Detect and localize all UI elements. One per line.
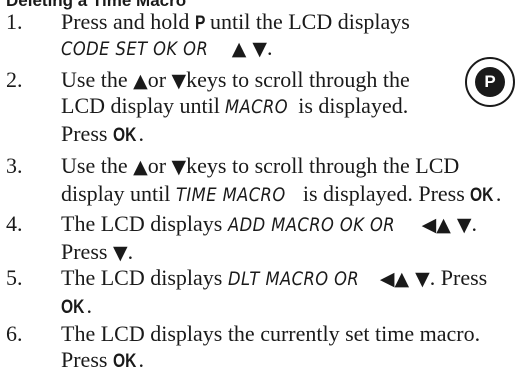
step-text: . Press <box>429 265 488 290</box>
step-text: . <box>127 239 134 264</box>
step-text: Use the <box>61 153 134 178</box>
key-label: OK <box>470 185 494 206</box>
step-text: . <box>138 121 144 146</box>
step-text: keys to scroll through the <box>186 67 410 92</box>
step-text: Press and hold <box>61 9 195 34</box>
step-text-line: The LCD displays the currently set time … <box>61 320 480 348</box>
p-button-label: P <box>475 67 505 97</box>
step-text: The LCD displays <box>61 265 228 290</box>
step-text: . <box>86 293 93 318</box>
lcd-readout: MACRO <box>225 96 289 118</box>
lcd-readout: CODE SET OK OR <box>61 38 209 60</box>
step-number: 5. <box>6 265 23 290</box>
step-text: . <box>138 347 144 372</box>
step-number: 1. <box>6 9 23 34</box>
key-label: OK <box>61 297 85 318</box>
step-text: is displayed. <box>292 93 409 118</box>
step-text-line: OK. <box>61 292 92 322</box>
step-text-line: CODE SET OK OR ▲ ▼. <box>61 34 272 63</box>
step-text: The LCD displays <box>61 211 228 236</box>
lcd-readout: DLT MACRO OR <box>227 268 360 290</box>
step-text: . <box>266 35 273 60</box>
step-number: 2. <box>6 67 23 92</box>
step-text: . <box>495 181 502 206</box>
step-text-line: LCD display until MACRO is displayed. <box>61 92 408 121</box>
arrow-keys-icon: ▼ <box>171 156 187 178</box>
p-button-icon: P <box>465 57 515 107</box>
step-text: or <box>147 153 172 178</box>
step-text: keys to scroll through the LCD <box>186 153 460 178</box>
step-text: or <box>147 67 172 92</box>
step-number: 3. <box>6 153 23 178</box>
step-text: . <box>471 211 477 236</box>
arrow-keys-icon: ◀▲ ▼ <box>421 214 472 236</box>
arrow-keys-icon: ◀▲ ▼ <box>379 268 430 290</box>
step-text: is displayed. Press <box>297 181 471 206</box>
arrow-keys-icon: ▲ ▼ <box>231 38 267 60</box>
arrow-keys-icon: ▲ <box>133 156 148 178</box>
step-text-line: Use the ▲or ▼keys to scroll through the … <box>61 152 459 181</box>
step-text-line: Press OK. <box>61 346 144 376</box>
key-label: OK <box>112 125 137 146</box>
arrow-keys-icon: ▲ <box>133 70 148 92</box>
step-text: Press <box>61 239 113 264</box>
step-number: 4. <box>6 211 23 236</box>
step-text: display until <box>61 181 176 206</box>
lcd-readout: TIME MACRO <box>175 184 286 206</box>
key-label: OK <box>112 351 137 372</box>
step-text: Use the <box>61 67 134 92</box>
step-number: 6. <box>6 321 23 346</box>
step-text: Press <box>61 121 113 146</box>
arrow-keys-icon: ▼ <box>171 70 187 92</box>
lcd-readout: ADD MACRO OK OR <box>227 214 395 236</box>
step-text-line: The LCD displays DLT MACRO OR ◀▲ ▼. Pres… <box>61 264 487 293</box>
step-text-line: Press ▼. <box>61 238 133 267</box>
step-text-line: The LCD displays ADD MACRO OK OR ◀▲ ▼. <box>61 210 477 239</box>
step-text-line: Use the ▲or ▼keys to scroll through the <box>61 66 410 95</box>
step-text: The LCD displays the currently set time … <box>61 321 481 346</box>
step-text-line: display until TIME MACRO is displayed. P… <box>61 180 501 210</box>
step-text: LCD display until <box>61 93 226 118</box>
step-text: until the LCD displays <box>204 9 410 34</box>
step-text: Press <box>61 347 113 372</box>
arrow-keys-icon: ▼ <box>112 242 128 264</box>
step-text-line: Press OK. <box>61 120 144 150</box>
